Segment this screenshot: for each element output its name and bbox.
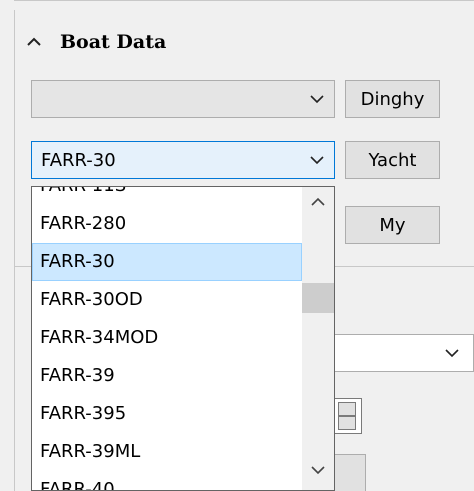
chevron-down-icon[interactable] [310, 94, 324, 104]
my-button[interactable]: My [345, 206, 440, 244]
section-title: Boat Data [60, 31, 167, 53]
boat-model-combo-value: FARR-30 [41, 150, 116, 171]
spinner-up-button[interactable] [338, 402, 356, 416]
list-item[interactable]: FARR-40 [32, 471, 302, 490]
section-header-boat-data[interactable]: Boat Data [22, 24, 166, 60]
list-item[interactable]: FARR-39ML [32, 433, 302, 471]
scrollbar-thumb[interactable] [302, 283, 334, 313]
chevron-down-icon[interactable] [445, 348, 459, 358]
boat-model-combo[interactable]: FARR-30 [31, 141, 335, 179]
partial-button[interactable] [334, 454, 366, 491]
top-border [14, 0, 474, 1]
list-item[interactable]: FARR-280 [32, 205, 302, 243]
chevron-down-icon[interactable] [310, 155, 324, 165]
list-item[interactable]: FARR-11S [32, 187, 302, 205]
hidden-combo[interactable] [334, 334, 474, 372]
chevron-up-icon[interactable] [311, 197, 325, 207]
chevron-down-icon[interactable] [311, 465, 325, 475]
dropdown-items: FARR-11S FARR-280 FARR-30 FARR-30OD FARR… [32, 187, 302, 490]
boat-class-combo[interactable] [31, 80, 335, 118]
list-item[interactable]: FARR-39 [32, 357, 302, 395]
list-item[interactable]: FARR-34MOD [32, 319, 302, 357]
dropdown-scrollbar[interactable] [302, 187, 334, 490]
chevron-up-icon[interactable] [22, 32, 46, 52]
spinner-down-button[interactable] [338, 416, 356, 430]
yacht-button[interactable]: Yacht [345, 141, 440, 179]
boat-model-dropdown-list[interactable]: FARR-11S FARR-280 FARR-30 FARR-30OD FARR… [31, 186, 335, 491]
list-item[interactable]: FARR-30OD [32, 281, 302, 319]
list-item[interactable]: FARR-395 [32, 395, 302, 433]
list-item-selected[interactable]: FARR-30 [32, 243, 302, 281]
dinghy-button[interactable]: Dinghy [345, 80, 440, 118]
numeric-spinner[interactable] [334, 398, 362, 434]
